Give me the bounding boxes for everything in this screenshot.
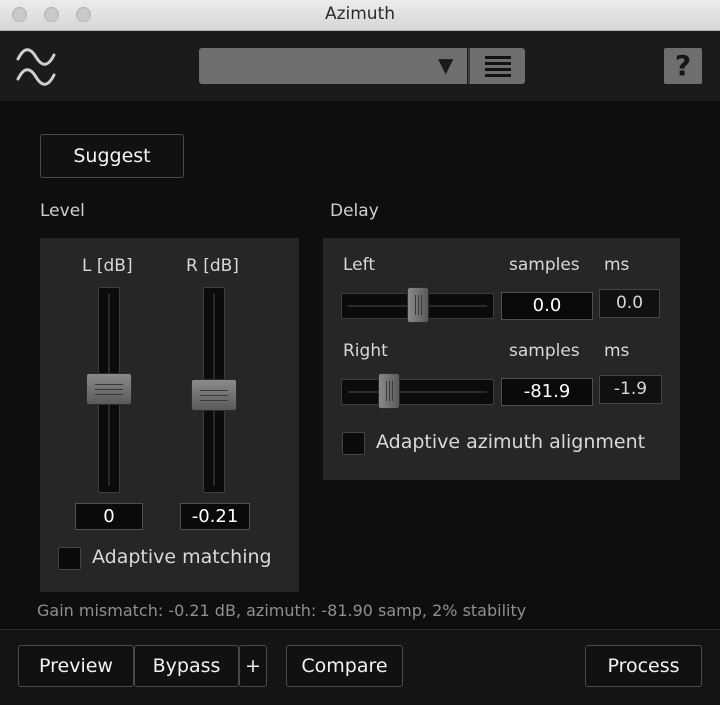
delay-left-ms-value: 0.0 [599,289,660,318]
level-section-title: Level [40,201,85,221]
hamburger-menu-icon [485,68,511,71]
right-level-fader-thumb[interactable] [191,379,237,411]
hamburger-menu-icon [485,56,511,59]
delay-left-label: Left [343,255,375,275]
preset-menu-button[interactable] [468,48,525,84]
status-text: Gain mismatch: -0.21 dB, azimuth: -81.90… [37,601,527,620]
delay-right-slider-thumb[interactable] [378,373,400,409]
delay-left-slider-thumb[interactable] [407,287,429,323]
compare-button[interactable]: Compare [286,645,403,687]
delay-left-samples-value[interactable]: 0.0 [501,292,593,320]
preset-dropdown[interactable] [199,48,467,84]
hamburger-menu-icon [485,74,511,77]
triangle-down-icon[interactable]: ▼ [438,53,453,77]
samples-header: samples [509,255,580,275]
level-panel [40,238,299,592]
window-title: Azimuth [324,4,396,24]
delay-right-label: Right [343,341,388,361]
bypass-button[interactable]: Bypass [134,645,239,687]
delay-right-slider-track[interactable] [341,379,494,405]
waveform-icon [16,48,56,86]
ms-header: ms [604,341,630,361]
process-button[interactable]: Process [585,645,702,687]
hamburger-menu-icon [485,62,511,65]
adaptive-azimuth-label: Adaptive azimuth alignment [376,431,646,453]
adaptive-azimuth-checkbox[interactable] [342,432,365,455]
left-level-header: L [dB] [82,256,133,276]
samples-header: samples [509,341,580,361]
adaptive-matching-label: Adaptive matching [92,546,272,568]
right-level-value[interactable]: -0.21 [180,503,250,530]
delay-section-title: Delay [330,201,379,221]
delay-right-ms-value: -1.9 [599,375,662,404]
suggest-button[interactable]: Suggest [40,134,184,178]
adaptive-matching-checkbox[interactable] [58,547,81,570]
left-level-value[interactable]: 0 [75,503,143,530]
right-level-header: R [dB] [186,256,239,276]
preview-button[interactable]: Preview [18,645,134,687]
ms-header: ms [604,255,630,275]
bypass-plus-button[interactable]: + [239,645,267,687]
delay-right-samples-value[interactable]: -81.9 [501,378,593,406]
help-button[interactable]: ? [664,48,702,84]
left-level-fader-thumb[interactable] [86,373,132,405]
